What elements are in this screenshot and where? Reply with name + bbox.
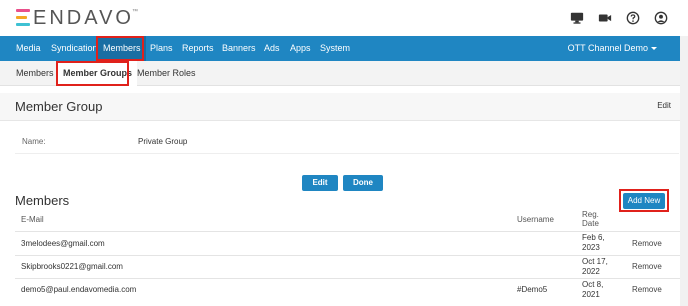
table-cell-reg-date: Feb 6, 2023	[582, 233, 605, 253]
table-cell-reg-date: Oct 17, 2022	[582, 257, 608, 277]
nav-item-plans[interactable]: Plans	[150, 36, 173, 61]
remove-button[interactable]: Remove	[632, 239, 662, 248]
reg-date-year: 2023	[582, 243, 600, 252]
nav-item-banners[interactable]: Banners	[222, 36, 256, 61]
highlight-box-add-new	[619, 189, 669, 212]
members-title: Members	[15, 193, 70, 208]
reg-date-line-2: Date	[582, 219, 599, 228]
edit-group-link[interactable]: Edit	[657, 101, 671, 110]
nav-item-syndication[interactable]: Syndication	[51, 36, 98, 61]
reg-date-day: Feb 6,	[582, 233, 605, 242]
name-value: Private Group	[138, 137, 188, 146]
remove-button[interactable]: Remove	[632, 262, 662, 271]
user-account-icon[interactable]	[654, 11, 668, 25]
member-group-header: Member Group Edit	[0, 93, 680, 121]
reg-date-year: 2022	[582, 267, 600, 276]
table-cell-email: 3melodees@gmail.com	[21, 239, 105, 248]
channel-selector[interactable]: OTT Channel Demo	[568, 36, 657, 61]
table-divider	[15, 255, 680, 256]
done-button[interactable]: Done	[343, 175, 383, 191]
remove-button[interactable]: Remove	[632, 285, 662, 294]
column-header-reg-date[interactable]: Reg. Date	[582, 210, 599, 228]
nav-item-reports[interactable]: Reports	[182, 36, 214, 61]
highlight-box-members	[96, 36, 144, 61]
nav-item-system[interactable]: System	[320, 36, 350, 61]
page-title: Member Group	[15, 99, 103, 114]
logo-mark	[16, 9, 30, 27]
name-label: Name:	[22, 137, 46, 146]
reg-date-day: Oct 17,	[582, 257, 608, 266]
nav-item-ads[interactable]: Ads	[264, 36, 280, 61]
reg-date-year: 2021	[582, 290, 600, 299]
scrollbar[interactable]	[680, 36, 688, 306]
reg-date-line-1: Reg.	[582, 210, 599, 219]
reg-date-day: Oct 8,	[582, 280, 604, 289]
channel-name: OTT Channel Demo	[567, 43, 648, 53]
video-camera-icon[interactable]	[598, 11, 612, 25]
table-cell-email: demo5@paul.endavomedia.com	[21, 285, 137, 294]
group-name-row: Name: Private Group	[15, 130, 679, 154]
nav-item-apps[interactable]: Apps	[290, 36, 311, 61]
top-bar: ENDAVO ™	[0, 0, 688, 36]
subnav-item-member-roles[interactable]: Member Roles	[137, 61, 196, 86]
logo-text: ENDAVO	[33, 7, 134, 29]
caret-down-icon	[651, 47, 657, 51]
header-icons	[570, 11, 668, 25]
highlight-box-member-groups	[56, 61, 129, 86]
column-header-username[interactable]: Username	[517, 215, 554, 224]
help-icon[interactable]	[626, 11, 640, 25]
table-cell-email: Skipbrooks0221@gmail.com	[21, 262, 123, 271]
table-divider	[15, 231, 680, 232]
edit-button[interactable]: Edit	[302, 175, 338, 191]
logo-trademark: ™	[131, 9, 138, 15]
table-divider	[15, 278, 680, 279]
subnav-item-members[interactable]: Members	[16, 61, 54, 86]
monitor-icon[interactable]	[570, 11, 584, 25]
table-cell-username: #Demo5	[517, 285, 548, 294]
column-header-email[interactable]: E-Mail	[21, 215, 44, 224]
nav-item-media[interactable]: Media	[16, 36, 41, 61]
table-cell-reg-date: Oct 8, 2021	[582, 280, 603, 300]
endavo-logo[interactable]: ENDAVO ™	[16, 7, 138, 29]
